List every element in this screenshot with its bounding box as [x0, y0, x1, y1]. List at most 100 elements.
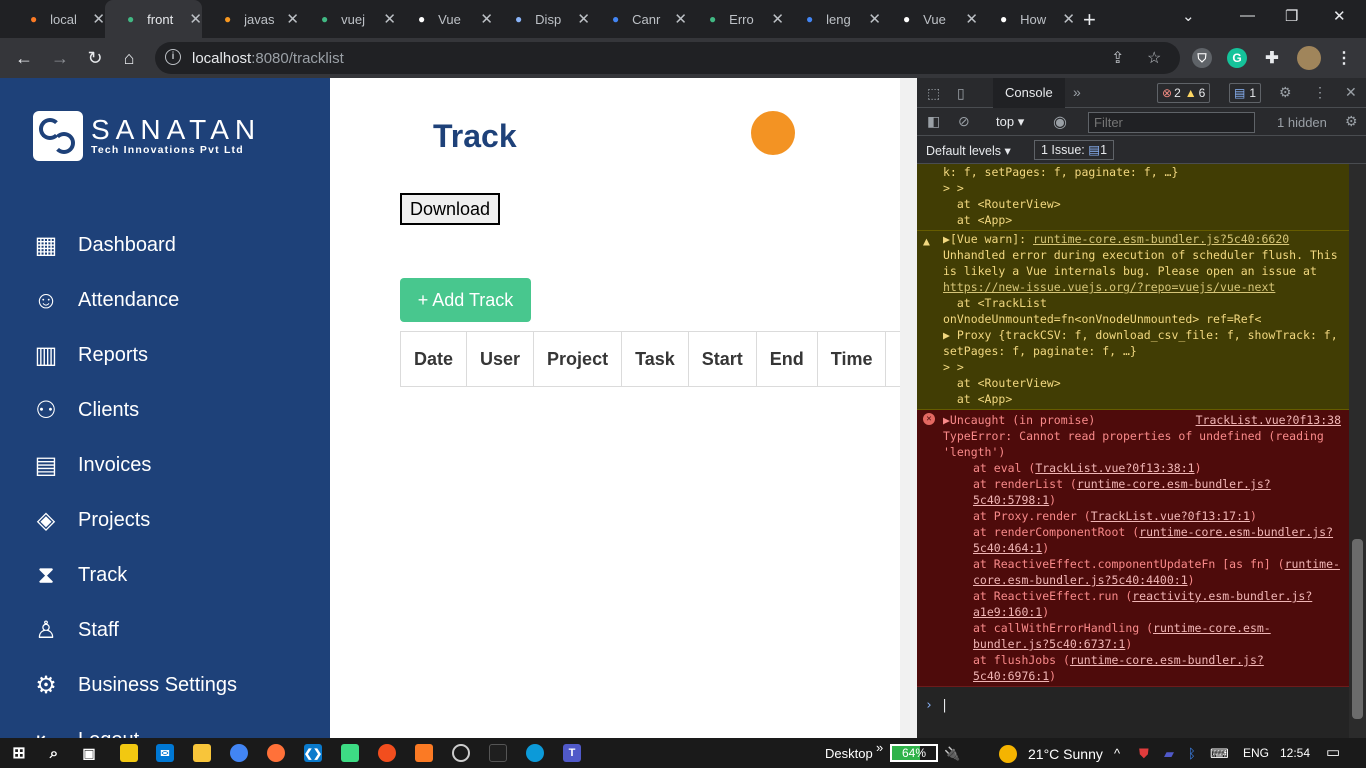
more-tabs-icon[interactable]: » — [1073, 84, 1081, 100]
close-tab-icon[interactable]: ✕ — [868, 10, 881, 28]
grammarly-extension-icon[interactable]: G — [1227, 48, 1247, 68]
teams-tray-icon[interactable]: ▰ — [1164, 746, 1174, 762]
sun-weather-icon[interactable] — [999, 745, 1017, 763]
sidebar-item-logout[interactable]: ⇤ Logout — [32, 713, 237, 738]
home-button[interactable]: ⌂ — [117, 46, 141, 70]
desktop-toolbar-label[interactable]: Desktop — [825, 746, 873, 761]
browser-menu-icon[interactable]: ⋮ — [1334, 48, 1354, 68]
sidebar-item-clients[interactable]: ⚇ Clients — [32, 383, 237, 438]
weather-text[interactable]: 21°C Sunny — [1028, 746, 1103, 762]
keyboard-icon[interactable]: ⌨ — [1210, 746, 1229, 762]
toolbar-expand-icon[interactable]: » — [876, 740, 883, 755]
stack-source-link[interactable]: TrackList.vue?0f13:38:1 — [1035, 461, 1194, 475]
browser-tab[interactable]: ● vuej ✕ — [299, 6, 396, 32]
profile-avatar[interactable] — [1297, 46, 1321, 70]
windows-start-icon[interactable]: ⊞ — [10, 744, 28, 762]
console-filter-input[interactable] — [1088, 112, 1255, 133]
language-indicator[interactable]: ENG — [1243, 746, 1269, 760]
console-scroll-thumb[interactable] — [1352, 539, 1363, 719]
close-tab-icon[interactable]: ✕ — [92, 10, 105, 28]
teams-icon[interactable]: T — [563, 744, 581, 762]
firefox-icon[interactable] — [267, 744, 285, 762]
notifications-icon[interactable]: ▭ — [1326, 743, 1340, 761]
column-header[interactable]: User — [466, 331, 535, 387]
restore-button[interactable]: ❐ — [1285, 7, 1298, 25]
close-tab-icon[interactable]: ✕ — [480, 10, 493, 28]
issues-button[interactable]: 1 Issue: ▤1 — [1034, 140, 1115, 160]
column-header[interactable]: End — [755, 331, 818, 387]
browser-tab[interactable]: ● Vue ✕ — [881, 6, 978, 32]
bookmark-star-icon[interactable]: ☆ — [1147, 48, 1161, 68]
minimize-button[interactable]: — — [1240, 7, 1255, 24]
xampp-icon[interactable] — [415, 744, 433, 762]
sidebar-item-track[interactable]: ⧗ Track — [32, 548, 237, 603]
column-header[interactable]: Time — [816, 331, 887, 387]
sidebar-item-staff[interactable]: ♙ Staff — [32, 603, 237, 658]
chrome-icon[interactable] — [230, 744, 248, 762]
close-tab-icon[interactable]: ✕ — [383, 10, 396, 28]
clear-console-icon[interactable]: ⊘ — [958, 113, 970, 130]
column-header[interactable]: Date — [399, 331, 468, 387]
browser-tab[interactable]: ● front ✕ — [105, 0, 202, 38]
browser-tab[interactable]: ● Disp ✕ — [493, 6, 590, 32]
postman-icon[interactable] — [378, 744, 396, 762]
file-explorer-icon[interactable] — [193, 744, 211, 762]
devtools-menu-icon[interactable]: ⋮ — [1313, 84, 1327, 101]
share-icon[interactable]: ⇪ — [1111, 48, 1124, 68]
browser-tab[interactable]: ● Vue ✕ — [396, 6, 493, 32]
clock[interactable]: 12:54 — [1280, 746, 1310, 760]
close-tab-icon[interactable]: ✕ — [674, 10, 687, 28]
console-error[interactable]: ✕ ▶Uncaught (in promise) TrackList.vue?0f… — [917, 410, 1349, 687]
context-selector[interactable]: top ▾ — [996, 114, 1024, 130]
close-devtools-icon[interactable]: ✕ — [1345, 84, 1357, 101]
search-icon[interactable]: ⌕ — [45, 744, 63, 762]
sidebar-item-business-settings[interactable]: ⚙ Business Settings — [32, 658, 237, 713]
console-warning[interactable]: ▲ ▶[Vue warn]: runtime-core.esm-bundler.… — [917, 231, 1349, 410]
shield-extension-icon[interactable]: ⛉ — [1192, 48, 1212, 68]
download-button[interactable]: Download — [400, 193, 501, 225]
store-icon[interactable] — [120, 744, 138, 762]
browser-tab[interactable]: ● local ✕ — [8, 6, 105, 32]
extensions-puzzle-icon[interactable]: ✚ — [1262, 48, 1282, 68]
android-studio-icon[interactable] — [341, 744, 359, 762]
console-prompt-input[interactable]: › | — [917, 698, 1349, 718]
sidebar-toggle-icon[interactable]: ◧ — [927, 113, 940, 130]
browser-tab[interactable]: ● javas ✕ — [202, 6, 299, 32]
expand-arrow-icon[interactable]: ▶ — [943, 232, 950, 246]
tab-search-icon[interactable]: ⌄ — [1182, 7, 1195, 25]
bluetooth-icon[interactable]: ᛒ — [1188, 746, 1196, 761]
error-source-link[interactable]: TrackList.vue?0f13:38 — [1196, 412, 1341, 428]
back-button[interactable]: ← — [12, 46, 36, 70]
browser-tab[interactable]: ● Erro ✕ — [687, 6, 784, 32]
address-bar[interactable]: i localhost:8080/tracklist ⇪ ☆ — [155, 42, 1180, 74]
column-header[interactable]: Start — [687, 331, 757, 387]
battery-meter[interactable]: 64% — [890, 744, 938, 762]
sidebar-item-projects[interactable]: ◈ Projects — [32, 493, 237, 548]
user-avatar[interactable] — [751, 111, 795, 155]
close-tab-icon[interactable]: ✕ — [577, 10, 590, 28]
inspect-element-icon[interactable]: ⬚ — [927, 85, 940, 102]
company-logo[interactable]: SANATAN Tech Innovations Pvt Ltd — [33, 111, 261, 161]
browser-tab[interactable]: ● Canr ✕ — [590, 6, 687, 32]
close-window-button[interactable]: ✕ — [1333, 7, 1346, 25]
github-desktop-icon[interactable] — [452, 744, 470, 762]
console-settings-icon[interactable]: ⚙ — [1345, 113, 1358, 130]
add-track-button[interactable]: + Add Track — [400, 278, 531, 322]
close-tab-icon[interactable]: ✕ — [1062, 10, 1075, 28]
warning-source-link[interactable]: runtime-core.esm-bundler.js?5c40:6620 — [1033, 232, 1289, 246]
issue-url-link[interactable]: https://new-issue.vuejs.org/?repo=vuejs/… — [943, 280, 1275, 294]
column-header[interactable]: Task — [621, 331, 689, 387]
device-toolbar-icon[interactable]: ▯ — [957, 85, 965, 102]
log-levels-dropdown[interactable]: Default levels ▾ — [926, 143, 1011, 158]
reload-button[interactable]: ↻ — [83, 46, 107, 70]
stack-source-link[interactable]: TrackList.vue?0f13:17:1 — [1091, 509, 1250, 523]
close-tab-icon[interactable]: ✕ — [771, 10, 784, 28]
close-tab-icon[interactable]: ✕ — [189, 10, 202, 28]
url-text[interactable]: localhost:8080/tracklist — [192, 50, 344, 67]
new-tab-button[interactable]: + — [1083, 7, 1096, 33]
browser-tab[interactable]: ● How ✕ — [978, 6, 1075, 32]
live-expression-eye-icon[interactable]: ◉ — [1053, 112, 1067, 132]
terminal-icon[interactable] — [489, 744, 507, 762]
sidebar-item-dashboard[interactable]: ▦ Dashboard — [32, 218, 237, 273]
tab-console[interactable]: Console — [993, 78, 1065, 108]
